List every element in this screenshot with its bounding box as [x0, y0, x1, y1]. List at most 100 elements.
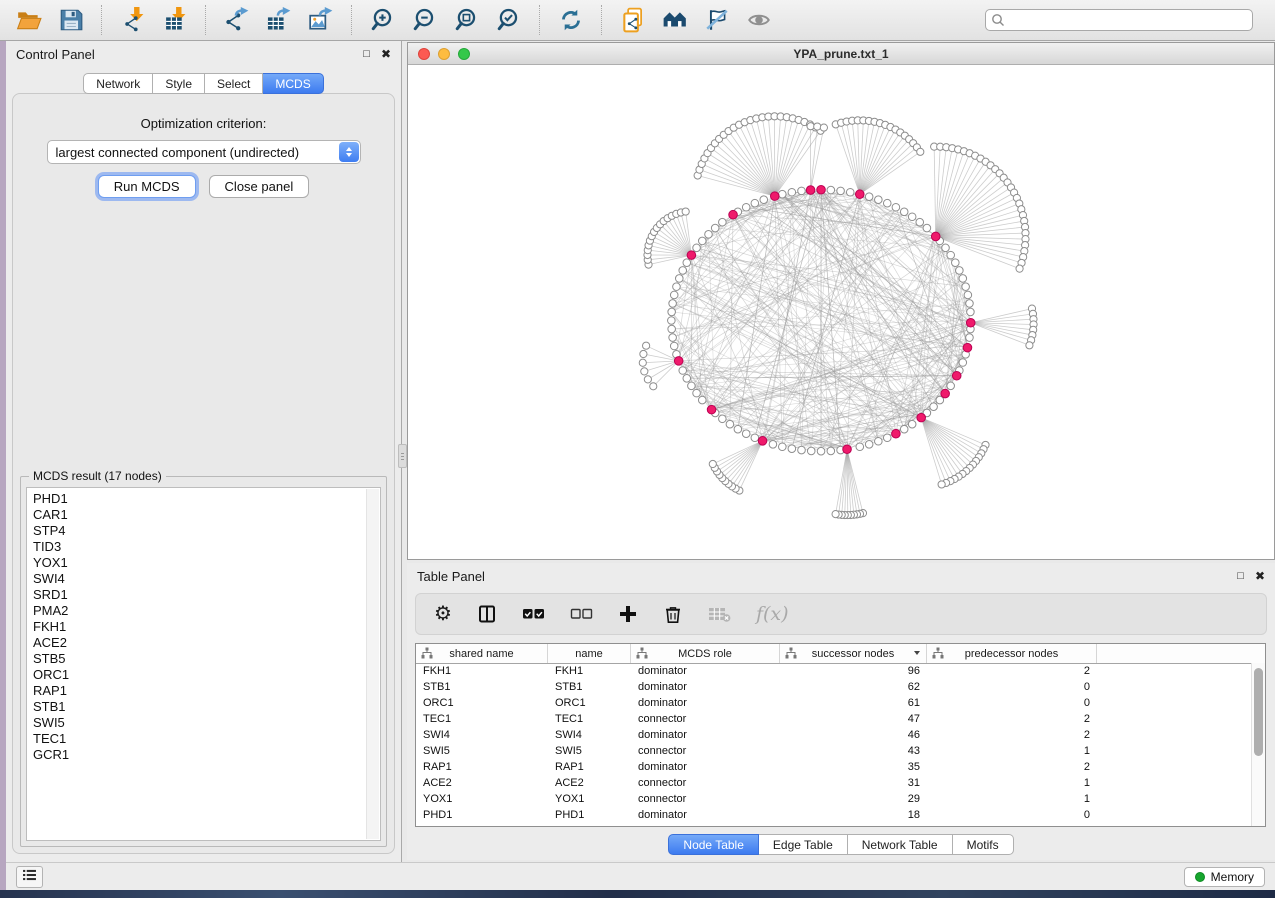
mcds-result-item[interactable]: RAP1 — [33, 683, 380, 699]
select-all-icon[interactable] — [522, 599, 545, 629]
float-panel-icon[interactable]: □ — [363, 48, 370, 60]
cell-predecessor-nodes: 1 — [927, 745, 1097, 757]
mcds-result-item[interactable]: TEC1 — [33, 731, 380, 747]
mcds-result-item[interactable]: SRD1 — [33, 587, 380, 603]
cell-predecessor-nodes: 2 — [927, 665, 1097, 677]
table-row[interactable]: YOX1YOX1connector291 — [416, 791, 1252, 807]
mcds-result-item[interactable]: SWI4 — [33, 571, 380, 587]
result-list-scrollbar[interactable] — [366, 489, 379, 839]
zoom-selected-icon[interactable] — [490, 4, 528, 36]
mcds-result-item[interactable]: TID3 — [33, 539, 380, 555]
search-icon — [991, 13, 1005, 27]
mcds-result-item[interactable]: CAR1 — [33, 507, 380, 523]
network-graph[interactable] — [408, 64, 1274, 559]
table-row[interactable]: FKH1FKH1dominator962 — [416, 663, 1252, 679]
cell-shared-name: STB1 — [416, 681, 548, 693]
tab-motifs[interactable]: Motifs — [953, 834, 1014, 855]
mcds-result-item[interactable]: PMA2 — [33, 603, 380, 619]
cell-shared-name: ACE2 — [416, 777, 548, 789]
hide-panel-icon[interactable] — [698, 4, 736, 36]
cell-shared-name: ORC1 — [416, 697, 548, 709]
mcds-result-items: PHD1CAR1STP4TID3YOX1SWI4SRD1PMA2FKH1ACE2… — [33, 491, 380, 763]
table-row[interactable]: ORC1ORC1dominator610 — [416, 695, 1252, 711]
run-mcds-button[interactable]: Run MCDS — [98, 175, 196, 198]
zoom-out-icon[interactable] — [406, 4, 444, 36]
tab-mcds[interactable]: MCDS — [263, 73, 323, 94]
table-row[interactable]: STB1STB1dominator620 — [416, 679, 1252, 695]
cell-name: ACE2 — [548, 777, 631, 789]
save-icon[interactable] — [52, 4, 90, 36]
table-row[interactable]: SWI5SWI5connector431 — [416, 743, 1252, 759]
mcds-result-item[interactable]: FKH1 — [33, 619, 380, 635]
mcds-result-item[interactable]: STB5 — [33, 651, 380, 667]
zoom-fit-icon[interactable] — [448, 4, 486, 36]
mcds-result-item[interactable]: PHD1 — [33, 491, 380, 507]
import-table-icon[interactable] — [156, 4, 194, 36]
memory-button[interactable]: Memory — [1184, 867, 1265, 887]
mcds-result-item[interactable]: STB1 — [33, 699, 380, 715]
tab-node-table[interactable]: Node Table — [668, 834, 759, 855]
tab-network[interactable]: Network — [83, 73, 153, 94]
criterion-select[interactable]: largest connected component (undirected) — [47, 140, 361, 164]
table-panel-header: Table Panel □ ✖ — [407, 563, 1275, 589]
export-image-icon[interactable] — [302, 4, 340, 36]
window-close-icon[interactable] — [418, 48, 430, 60]
mcds-result-item[interactable]: ORC1 — [33, 667, 380, 683]
cell-mcds-role: connector — [631, 777, 780, 789]
panel-splitter-handle[interactable] — [398, 444, 407, 468]
add-column-icon[interactable] — [618, 599, 638, 629]
column-header-successor-nodes[interactable]: successor nodes — [780, 644, 927, 663]
gear-icon[interactable]: ⚙ — [434, 599, 452, 629]
table-row[interactable]: SWI4SWI4dominator462 — [416, 727, 1252, 743]
deselect-all-icon[interactable] — [570, 599, 593, 629]
import-network-icon[interactable] — [114, 4, 152, 36]
mcds-result-item[interactable]: ACE2 — [33, 635, 380, 651]
memory-label: Memory — [1211, 870, 1254, 884]
columns-icon[interactable] — [477, 599, 497, 629]
table-row[interactable]: TEC1TEC1connector472 — [416, 711, 1252, 727]
table-row[interactable]: PHD1PHD1dominator180 — [416, 807, 1252, 823]
refresh-icon[interactable] — [552, 4, 590, 36]
tab-edge-table[interactable]: Edge Table — [759, 834, 848, 855]
tab-style[interactable]: Style — [153, 73, 205, 94]
search-input[interactable] — [985, 9, 1253, 31]
delete-column-icon[interactable] — [663, 599, 683, 629]
mcds-result-item[interactable]: STP4 — [33, 523, 380, 539]
table-scrollbar-track[interactable] — [1251, 663, 1265, 826]
column-header-mcds-role[interactable]: MCDS role — [631, 644, 780, 663]
column-header-name[interactable]: name — [548, 644, 631, 663]
table-row[interactable]: RAP1RAP1dominator352 — [416, 759, 1252, 775]
mcds-result-item[interactable]: GCR1 — [33, 747, 380, 763]
open-folder-icon[interactable] — [10, 4, 48, 36]
tab-select[interactable]: Select — [205, 73, 263, 94]
cell-shared-name: SWI5 — [416, 745, 548, 757]
close-panel-icon[interactable]: ✖ — [381, 48, 391, 60]
export-network-icon[interactable] — [218, 4, 256, 36]
cell-mcds-role: connector — [631, 745, 780, 757]
mcds-result-item[interactable]: YOX1 — [33, 555, 380, 571]
control-panel-tabs: NetworkStyleSelectMCDS — [6, 73, 401, 94]
table-scrollbar-thumb[interactable] — [1254, 668, 1263, 756]
cell-predecessor-nodes: 0 — [927, 697, 1097, 709]
export-table-icon[interactable] — [260, 4, 298, 36]
toolbar-separator — [601, 5, 603, 35]
column-header-predecessor-nodes[interactable]: predecessor nodes — [927, 644, 1097, 663]
close-table-panel-icon[interactable]: ✖ — [1255, 570, 1265, 582]
column-header-shared-name[interactable]: shared name — [416, 644, 548, 663]
mcds-result-groupbox: MCDS result (17 nodes) PHD1CAR1STP4TID3Y… — [20, 476, 387, 847]
share-document-icon[interactable] — [614, 4, 652, 36]
delete-table-icon — [708, 599, 731, 629]
float-table-panel-icon[interactable]: □ — [1237, 570, 1244, 582]
main-toolbar-groups — [10, 4, 778, 36]
table-row[interactable]: ACE2ACE2connector311 — [416, 775, 1252, 791]
zoom-in-icon[interactable] — [364, 4, 402, 36]
control-panel-title: Control Panel — [16, 47, 95, 62]
task-history-button[interactable] — [16, 866, 43, 888]
window-zoom-icon[interactable] — [458, 48, 470, 60]
tab-network-table[interactable]: Network Table — [848, 834, 953, 855]
mcds-result-item[interactable]: SWI5 — [33, 715, 380, 731]
window-minimize-icon[interactable] — [438, 48, 450, 60]
close-panel-button[interactable]: Close panel — [209, 175, 310, 198]
cell-successor-nodes: 96 — [780, 665, 927, 677]
network-analyzer-icon[interactable] — [656, 4, 694, 36]
